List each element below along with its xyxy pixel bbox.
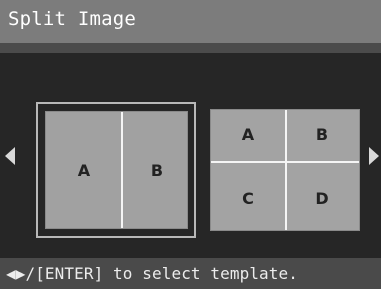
title-divider: [0, 43, 381, 53]
title-bar: Split Image: [0, 0, 381, 43]
template-two-split-preview: A B: [45, 111, 188, 229]
split-image-screen: Split Image A B A B C D ◀▶/[ENTER] to se…: [0, 0, 381, 289]
footer-hint-bar: ◀▶/[ENTER] to select template.: [0, 258, 381, 289]
page-title: Split Image: [8, 8, 137, 30]
cell-label-b: B: [315, 125, 329, 144]
cell-label-a: A: [241, 125, 255, 144]
footer-hint: ◀▶/[ENTER] to select template.: [6, 264, 298, 283]
cell-label-d: D: [315, 189, 329, 208]
cell-label-a: A: [77, 161, 91, 180]
template-picker: A B A B C D: [0, 53, 381, 258]
template-vertical-divider: [285, 110, 287, 230]
template-divider: [121, 112, 123, 228]
template-four-split[interactable]: A B C D: [210, 109, 360, 231]
left-arrow-icon[interactable]: [5, 147, 15, 165]
template-two-split-selected[interactable]: A B: [36, 102, 196, 238]
cell-label-b: B: [150, 161, 164, 180]
cell-label-c: C: [242, 189, 254, 208]
template-horizontal-divider: [211, 161, 359, 163]
right-arrow-icon[interactable]: [369, 147, 379, 165]
